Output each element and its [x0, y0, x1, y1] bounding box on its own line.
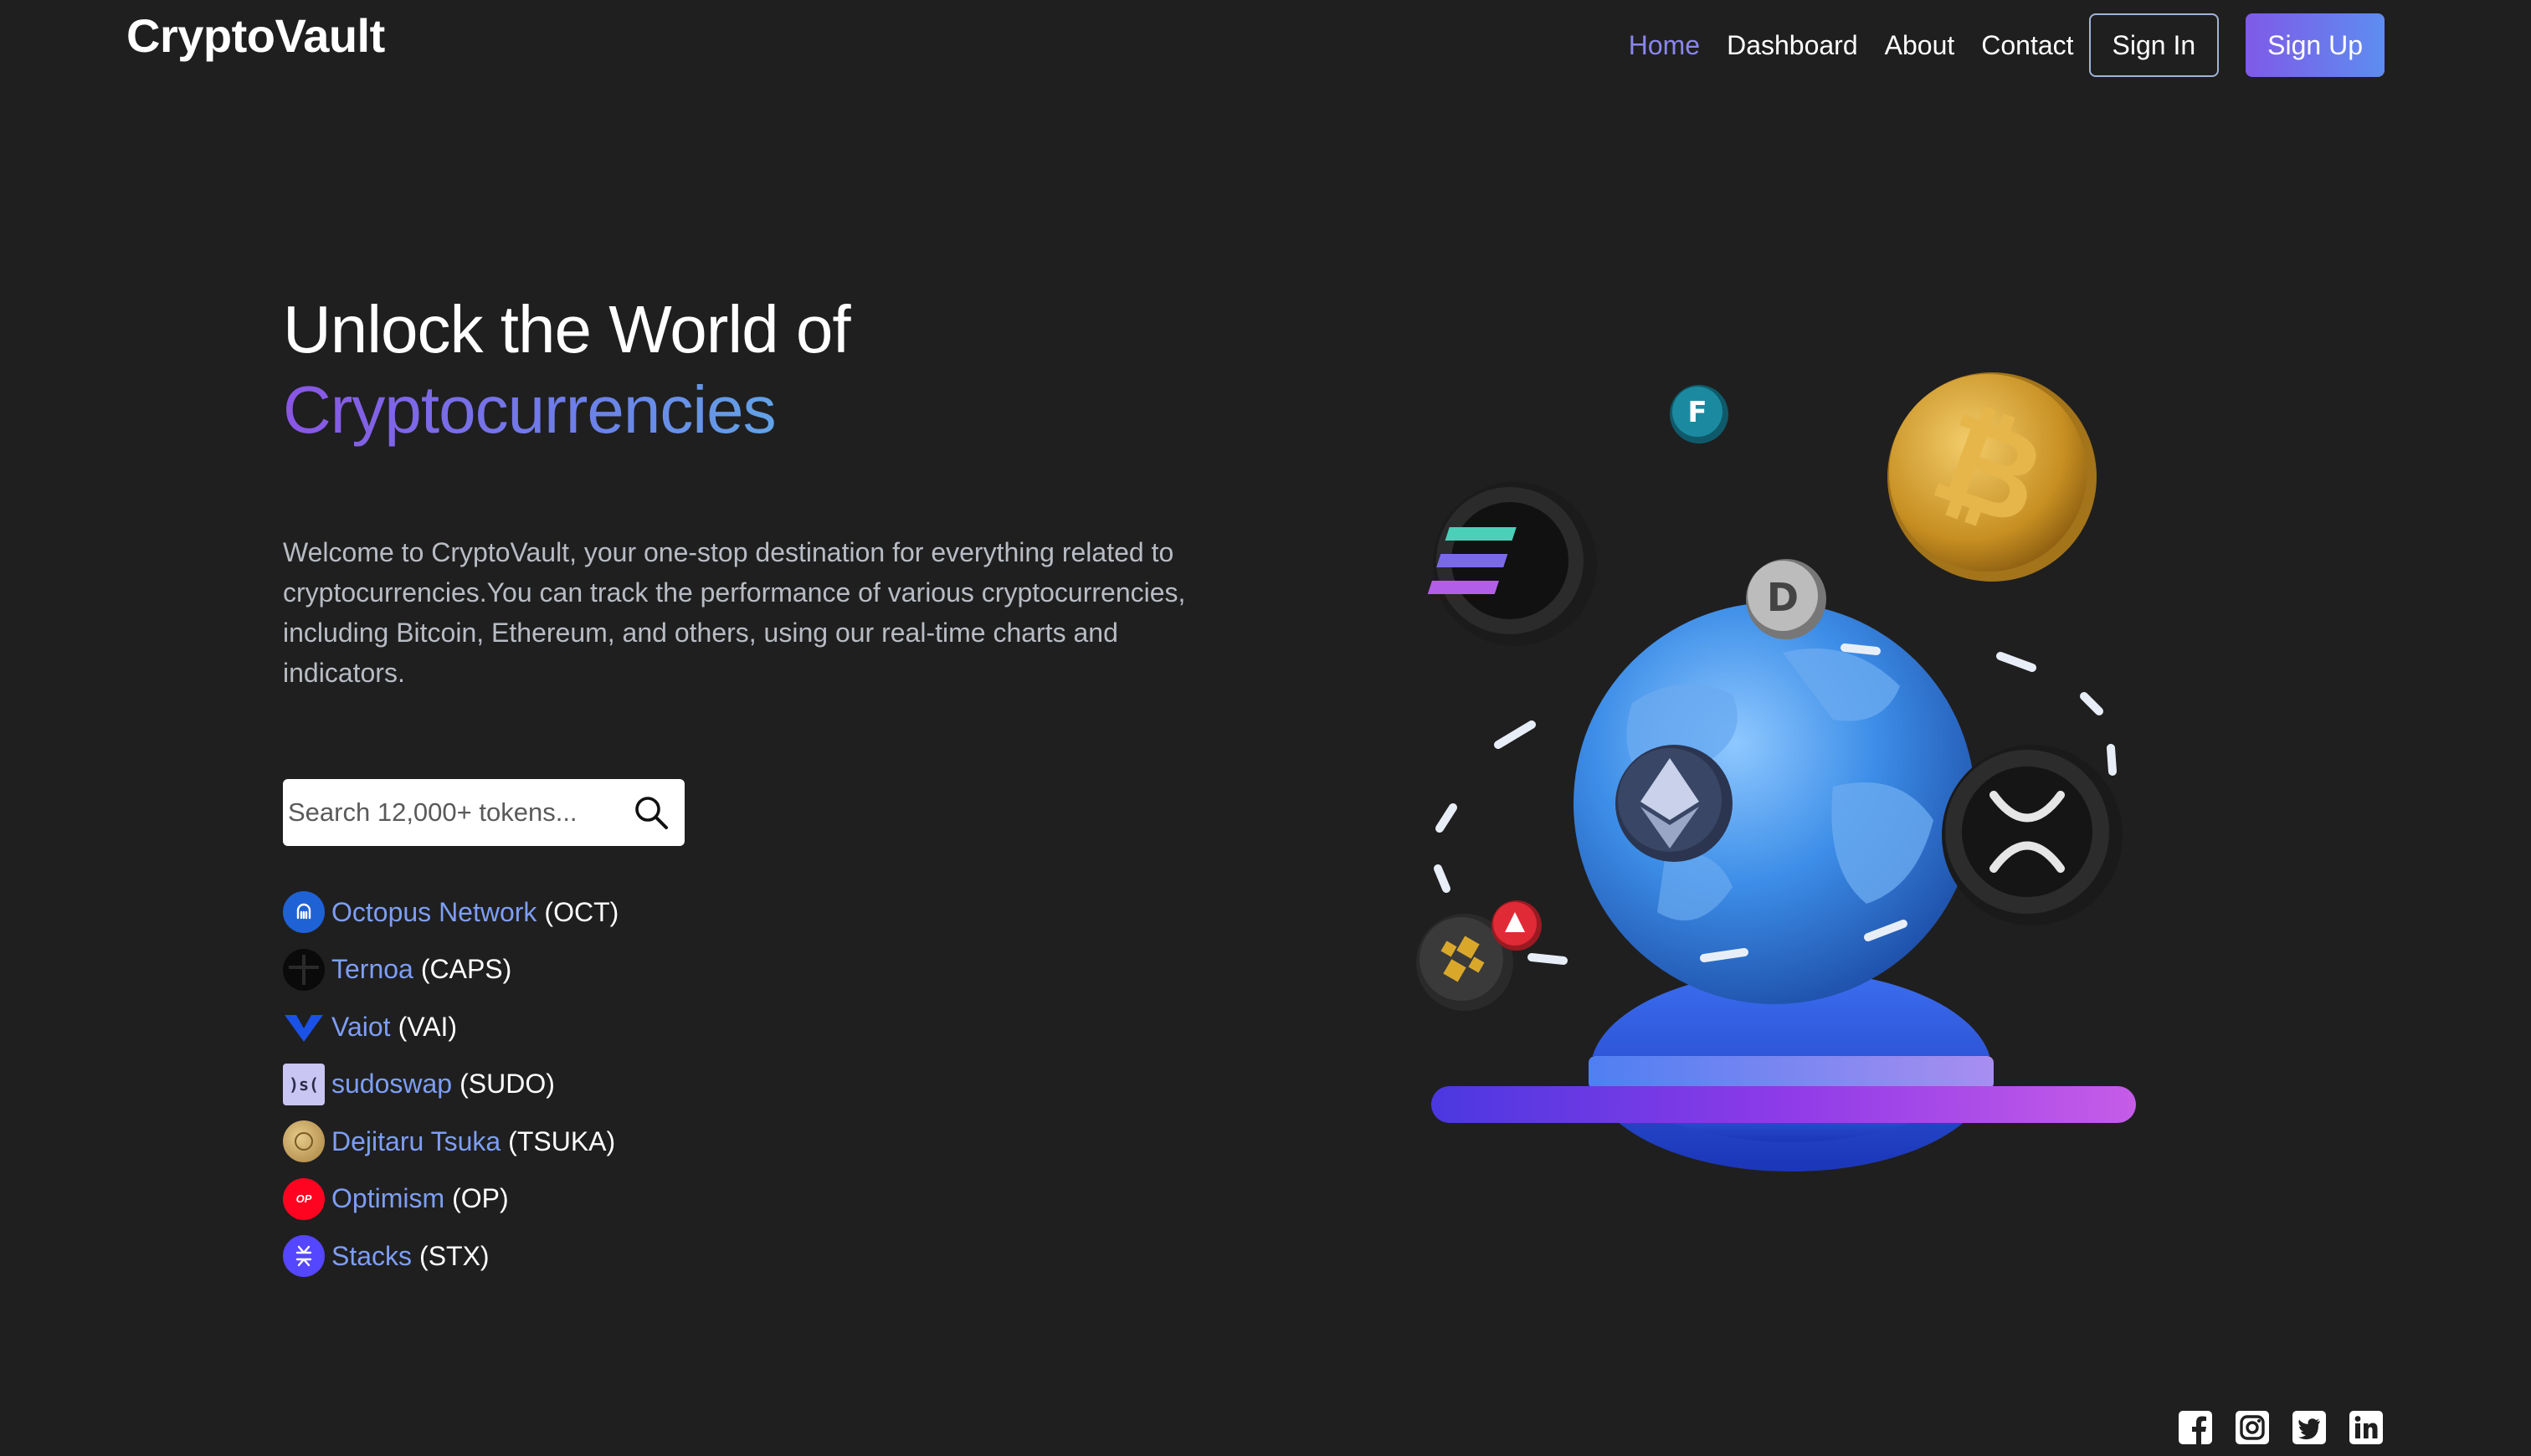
hero-title-line2: Cryptocurrencies [283, 370, 850, 450]
list-item: OP Optimism (OP) [283, 1171, 619, 1228]
instagram-icon[interactable] [2234, 1409, 2271, 1446]
crypto-globe-illustration: ₿ F D [1416, 372, 2136, 1171]
social-links [2177, 1409, 2385, 1446]
top-nav: Home Dashboard About Contact Sign In Sig… [1615, 13, 2385, 77]
svg-text:D: D [1767, 575, 1799, 620]
token-name-link[interactable]: Vaiot [331, 1012, 391, 1043]
sign-up-button[interactable]: Sign Up [2246, 13, 2385, 77]
brand-logo[interactable]: CryptoVault [126, 8, 385, 63]
token-symbol: (CAPS) [420, 954, 512, 985]
search-icon[interactable] [633, 794, 670, 831]
token-symbol: (OCT) [544, 896, 619, 927]
list-item: Dejitaru Tsuka (TSUKA) [283, 1113, 619, 1171]
list-item: Stacks (STX) [283, 1228, 619, 1285]
token-symbol: (SUDO) [459, 1069, 555, 1100]
token-name-link[interactable]: Ternoa [331, 954, 413, 985]
token-name-link[interactable]: Octopus Network [331, 897, 536, 928]
hero-description: Welcome to CryptoVault, your one-stop de… [283, 537, 1186, 688]
search-input[interactable] [286, 797, 621, 828]
hero-title: Unlock the World of Cryptocurrencies [283, 290, 851, 450]
token-name-link[interactable]: Dejitaru Tsuka [331, 1126, 501, 1157]
nav-dashboard[interactable]: Dashboard [1727, 30, 1858, 61]
token-list: Octopus Network (OCT) Ternoa (CAPS) Vaio… [283, 884, 619, 1285]
nav-about[interactable]: About [1885, 30, 1955, 61]
optimism-icon: OP [283, 1177, 325, 1220]
ternoa-icon [283, 948, 325, 991]
list-item: Ternoa (CAPS) [283, 941, 619, 999]
list-item: Vaiot (VAI) [283, 998, 619, 1056]
token-name-link[interactable]: Optimism [331, 1183, 444, 1214]
sudoswap-icon: )s( [283, 1063, 325, 1105]
twitter-icon[interactable] [2291, 1409, 2328, 1446]
token-symbol: (TSUKA) [508, 1125, 616, 1156]
svg-text:F: F [1687, 396, 1707, 429]
nav-home[interactable]: Home [1629, 30, 1700, 61]
nav-contact[interactable]: Contact [1981, 30, 2073, 61]
token-name-link[interactable]: Stacks [331, 1241, 412, 1272]
hero-title-line1: Unlock the World of [283, 292, 851, 367]
token-symbol: (STX) [419, 1240, 490, 1271]
token-symbol: (VAI) [398, 1011, 458, 1042]
list-item: Octopus Network (OCT) [283, 884, 619, 941]
token-name-link[interactable]: sudoswap [331, 1069, 452, 1100]
token-symbol: (OP) [452, 1183, 509, 1214]
token-search [283, 779, 685, 846]
octopus-network-icon [283, 891, 325, 934]
linkedin-icon[interactable] [2348, 1409, 2385, 1446]
vaiot-icon [283, 1006, 325, 1048]
sign-in-button[interactable]: Sign In [2088, 13, 2220, 77]
list-item: )s( sudoswap (SUDO) [283, 1056, 619, 1114]
facebook-icon[interactable] [2177, 1409, 2214, 1446]
stacks-icon [283, 1235, 325, 1278]
dejitaru-tsuka-icon [283, 1120, 325, 1163]
